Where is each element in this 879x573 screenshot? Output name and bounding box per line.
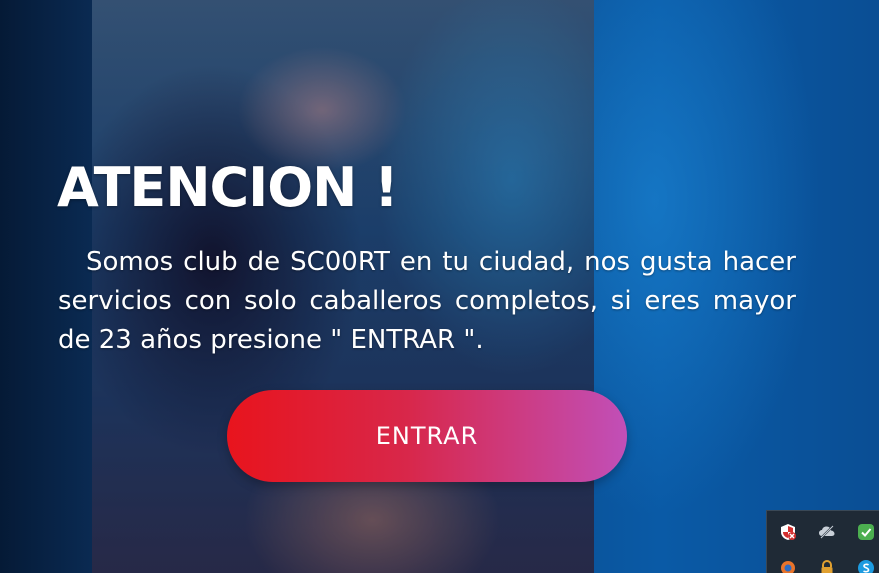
security-check-icon[interactable] <box>857 523 875 541</box>
notice-message: Somos club de SC00RT en tu ciudad, nos g… <box>58 247 796 355</box>
cloud-offline-icon[interactable] <box>818 523 836 541</box>
enter-button[interactable]: ENTRAR <box>227 390 627 482</box>
shield-alert-icon[interactable] <box>779 523 797 541</box>
notice-title: ATENCION ! <box>57 156 399 219</box>
system-tray-overflow <box>766 510 879 573</box>
skype-icon[interactable] <box>857 559 875 573</box>
lock-icon[interactable] <box>818 559 836 573</box>
browser-icon[interactable] <box>779 559 797 573</box>
page: ATENCION ! Somos club de SC00RT en tu ci… <box>0 0 879 573</box>
